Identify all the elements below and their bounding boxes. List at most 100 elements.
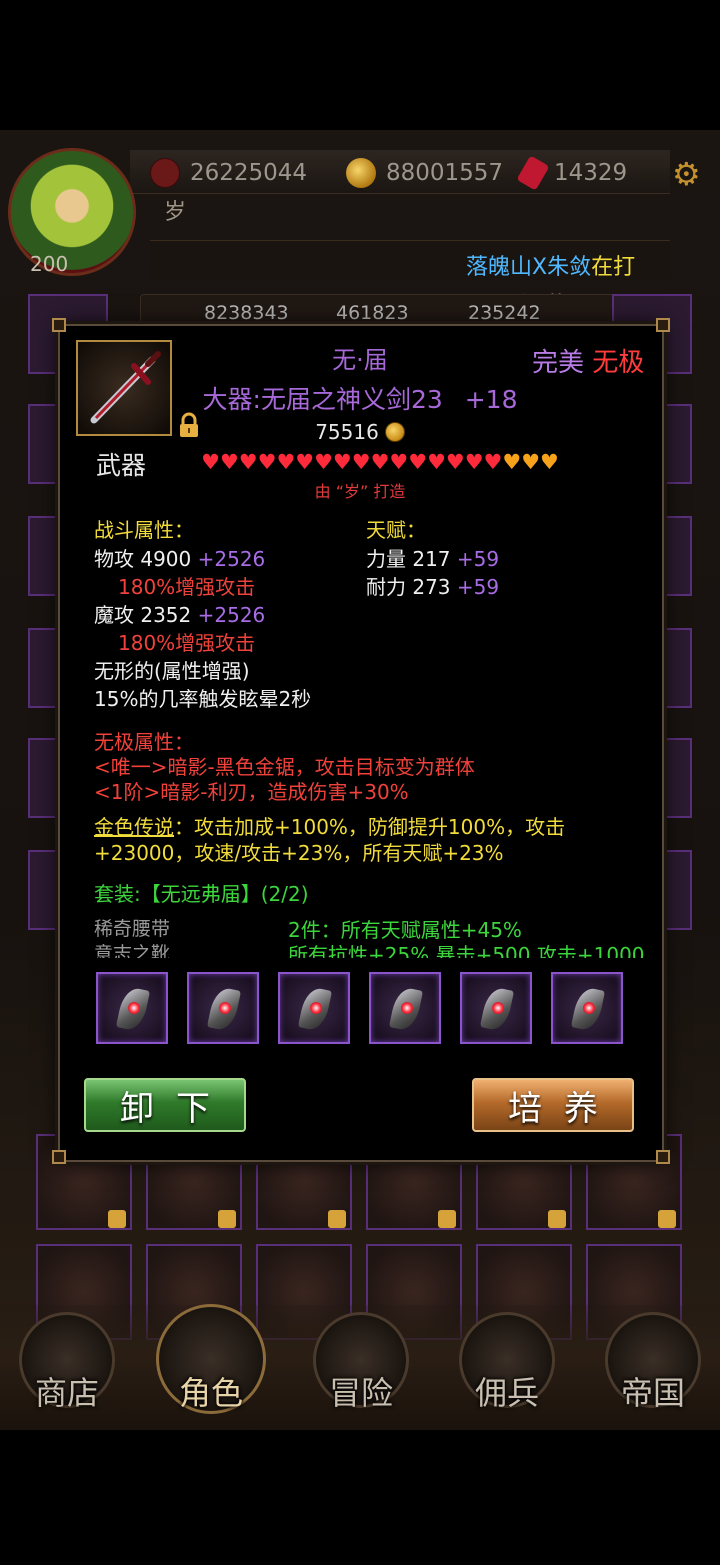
magic-attack-value: 魔攻 2352: [94, 603, 192, 627]
extra-attribute-1: 无形的(属性增强): [94, 659, 250, 683]
item-full-name: 大器:无届之神义剑23 +18: [150, 380, 570, 416]
star-rating: ♥ ♥ ♥ ♥ ♥ ♥ ♥ ♥ ♥ ♥ ♥ ♥ ♥ ♥ ♥ ♥ ♥ ♥ ♥: [200, 450, 560, 474]
heart-icon: ♥: [332, 450, 352, 474]
dialog-corner: [52, 318, 66, 332]
nav-character-label: 角色: [178, 1374, 243, 1412]
mini-stat-2: 461823: [336, 302, 409, 324]
mini-stat-3: 235242: [468, 302, 541, 324]
nav-empire-label: 帝国: [620, 1374, 685, 1412]
train-button[interactable]: 培养: [472, 1078, 634, 1132]
heart-icon: ♥: [389, 450, 409, 474]
set-piece-1: 稀奇腰带: [94, 918, 171, 940]
set-effect-2: 所有抗性+25% 暴击+500 攻击+1000: [288, 943, 645, 958]
gem-core: [128, 1002, 140, 1014]
nav-adventure-label: 冒险: [328, 1374, 393, 1412]
announcement-marquee: 落魄山X朱敛在打: [466, 249, 635, 281]
dialog-corner: [656, 1150, 670, 1164]
nav-shop[interactable]: 商店: [12, 1310, 122, 1420]
red-gem-icon: [516, 155, 550, 191]
heart-icon: ♥: [314, 450, 333, 474]
heart-icon: ♥: [201, 450, 220, 474]
heart-icon: ♥: [219, 450, 239, 474]
nav-empire[interactable]: 帝国: [598, 1310, 708, 1420]
item-price: 75516: [280, 420, 440, 444]
talent-endurance: 耐力 273 +59: [366, 571, 499, 600]
item-quality: 完美 无极: [532, 342, 644, 379]
dialog-corner: [656, 318, 670, 332]
phys-attack-bonus: +2526: [197, 547, 266, 571]
phys-attack: 物攻 4900 +2526: [94, 543, 265, 572]
gold-resource: 88001557: [346, 156, 503, 190]
unequip-button[interactable]: 卸下: [84, 1078, 246, 1132]
heart-icon: ♥: [257, 450, 277, 474]
strength-value: 力量 217: [366, 547, 451, 571]
combat-power-value: 26225044: [190, 160, 308, 186]
heart-icon: ♥: [464, 450, 484, 474]
talent-title: 天赋：: [366, 518, 426, 542]
nav-adventure[interactable]: 冒险: [306, 1310, 416, 1420]
gear-icon[interactable]: ⚙: [672, 157, 701, 191]
sword-power-icon: [150, 158, 180, 188]
heart-icon: ♥: [370, 450, 390, 474]
set-piece-2: 意志之靴: [94, 943, 171, 958]
gem-resource: 14329: [516, 155, 628, 191]
nav-mercenary-label: 佣兵: [474, 1374, 539, 1412]
quality-tier: 无极: [592, 348, 645, 378]
gold-coin-icon: [384, 422, 405, 442]
lock-icon: [658, 1210, 676, 1228]
phys-attack-enhance: 180%增强攻击: [118, 575, 256, 599]
nav-mercenary[interactable]: 佣兵: [452, 1310, 562, 1420]
player-name: 岁: [164, 200, 187, 225]
strength-bonus: +59: [456, 547, 500, 571]
lock-icon: [548, 1210, 566, 1228]
heart-icon: ♥: [521, 450, 541, 474]
endurance-value: 耐力 273: [366, 575, 451, 599]
heart-icon: ♥: [276, 450, 296, 474]
talent-strength: 力量 217 +59: [366, 543, 499, 572]
item-price-value: 75516: [315, 420, 379, 444]
gold-coin-icon: [346, 158, 376, 188]
phys-attack-value: 物攻 4900: [94, 547, 192, 571]
crafted-by: 由 “岁” 打造: [314, 482, 406, 501]
avatar[interactable]: [8, 148, 136, 276]
nav-character[interactable]: 角色: [156, 1304, 266, 1420]
gem-socket-6[interactable]: [551, 972, 623, 1044]
heart-icon: ♥: [238, 450, 258, 474]
gem-core: [401, 1002, 413, 1014]
gold-value: 88001557: [386, 160, 504, 186]
magic-attack: 魔攻 2352 +2526: [94, 599, 265, 628]
gem-core: [583, 1002, 595, 1014]
gem-socket-4[interactable]: [369, 972, 441, 1044]
set-title: 套装:【无远弗届】(2/2): [94, 882, 309, 906]
set-details: 稀奇腰带 意志之靴 2件：所有天赋属性+45% 所有抗性+25% 暴击+500 …: [92, 912, 652, 958]
announcement-action: 在打: [591, 255, 636, 280]
heart-icon: ♥: [445, 450, 465, 474]
lock-icon: [328, 1210, 346, 1228]
legendary-label: 金色传说: [94, 815, 174, 839]
item-full-name-text: 大器:无届之神义剑23: [202, 385, 443, 414]
endurance-bonus: +59: [456, 575, 500, 599]
item-enhance-level: +18: [464, 385, 518, 414]
gem-socket-1[interactable]: [96, 972, 168, 1044]
lock-icon: [438, 1210, 456, 1228]
dialog-corner: [52, 1150, 66, 1164]
combat-power-resource: 26225044: [150, 156, 307, 190]
wuji-attribute-2: <1阶>暗影-利刃，造成伤害+30%: [94, 780, 409, 804]
heart-icon: ♥: [295, 450, 315, 474]
gem-socket-2[interactable]: [187, 972, 259, 1044]
gem-socket-5[interactable]: [460, 972, 532, 1044]
legendary-effect: 金色传说：攻击加成+100%，防御提升100%，攻击+23000，攻速/攻击+2…: [94, 814, 626, 866]
heart-icon: ♥: [540, 450, 559, 474]
gem-core: [310, 1002, 322, 1014]
gem-value: 14329: [554, 160, 628, 186]
announcement-player: 落魄山X朱敛: [466, 255, 592, 280]
magic-attack-bonus: +2526: [197, 603, 266, 627]
lock-icon: [108, 1210, 126, 1228]
heart-icon: ♥: [427, 450, 446, 474]
player-level: 200: [30, 252, 69, 276]
heart-icon: ♥: [483, 450, 503, 474]
gem-socket-3[interactable]: [278, 972, 350, 1044]
item-title: 无·届: [332, 346, 388, 374]
extra-attribute-2: 15%的几率触发眩晕2秒: [94, 687, 312, 711]
gem-core: [492, 1002, 504, 1014]
